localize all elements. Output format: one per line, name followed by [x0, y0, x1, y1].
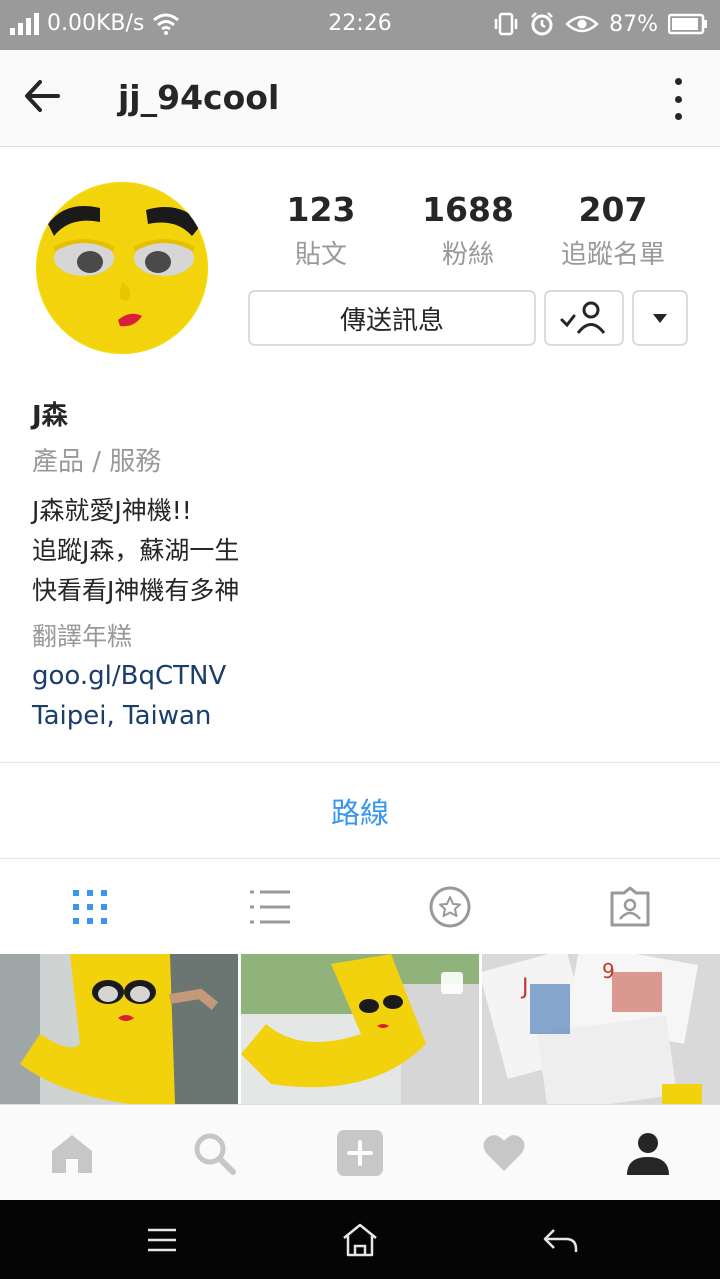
stat-posts-count: 123	[286, 190, 356, 229]
alarm-icon	[531, 12, 553, 36]
home-outline-icon	[343, 1223, 377, 1257]
tab-saved[interactable]	[428, 885, 472, 929]
suggestions-dropdown-button[interactable]	[632, 290, 688, 346]
profile-stats: 123 貼文 1688 粉絲 207 追蹤名單	[248, 190, 688, 280]
post-thumbnail[interactable]	[241, 954, 479, 1104]
bio-line: 快看看J神機有多神	[32, 576, 240, 605]
directions-button[interactable]: 路線	[0, 762, 720, 859]
tab-tagged[interactable]	[608, 885, 652, 929]
post-thumbnail[interactable]: J 9	[482, 954, 720, 1104]
status-right: 87%	[493, 11, 708, 37]
bottom-navigation	[0, 1104, 720, 1200]
stat-following[interactable]: 207 追蹤名單	[538, 190, 688, 271]
bio-line: 追蹤J森，蘇湖一生	[32, 536, 240, 565]
profile-tabs	[0, 859, 720, 954]
profile-username: jj_94cool	[118, 78, 280, 117]
translate-link[interactable]: 翻譯年糕	[32, 617, 682, 661]
back-button[interactable]	[22, 76, 72, 122]
bio-line: J森就愛J神機!!	[32, 496, 192, 525]
stat-followers[interactable]: 1688 粉絲	[393, 190, 543, 271]
nav-search[interactable]	[190, 1129, 238, 1177]
home-button[interactable]	[340, 1222, 380, 1258]
stat-posts-label: 貼文	[294, 240, 347, 270]
nav-add[interactable]	[336, 1129, 384, 1177]
post-image	[0, 954, 238, 1104]
more-options-button[interactable]	[666, 78, 690, 120]
stat-followers-count: 1688	[422, 190, 514, 229]
home-icon	[52, 1135, 92, 1173]
mascot-face-image	[36, 182, 208, 354]
website-link[interactable]: goo.gl/BqCTNV	[32, 661, 682, 701]
status-bar: 0.00KB/s 22:26 87%	[0, 0, 720, 50]
grid-icon	[73, 890, 107, 924]
svg-text:J: J	[520, 975, 529, 1000]
profile-name: J森	[32, 401, 68, 431]
eye-icon	[565, 15, 599, 33]
following-button[interactable]	[544, 290, 624, 346]
top-app-bar: jj_94cool	[0, 50, 720, 147]
search-icon	[194, 1133, 236, 1175]
tab-list[interactable]	[248, 885, 292, 929]
list-icon	[250, 890, 290, 924]
add-icon	[337, 1130, 383, 1176]
directions-label: 路線	[330, 795, 389, 830]
profile-bio: J森 產品 / 服務 J森就愛J神機!! 追蹤J森，蘇湖一生 快看看J神機有多神…	[32, 395, 682, 741]
more-vertical-icon	[674, 78, 682, 85]
menu-icon	[148, 1228, 176, 1252]
menu-button[interactable]	[142, 1222, 182, 1258]
caret-down-icon	[653, 314, 667, 323]
user-check-icon	[560, 301, 606, 334]
system-navigation-bar	[0, 1200, 720, 1279]
stat-following-count: 207	[578, 190, 648, 229]
location-link[interactable]: Taipei, Taiwan	[32, 701, 682, 741]
tagged-icon	[610, 886, 650, 927]
profile-category: 產品 / 服務	[32, 447, 162, 477]
stat-posts[interactable]: 123 貼文	[246, 190, 396, 271]
tab-grid[interactable]	[68, 885, 112, 929]
battery-icon	[668, 13, 707, 35]
arrow-left-icon	[25, 80, 60, 112]
vibrate-icon	[494, 12, 518, 36]
post-image	[241, 954, 479, 1104]
send-message-button[interactable]: 傳送訊息	[248, 290, 536, 346]
star-icon	[429, 886, 471, 928]
profile-icon	[627, 1133, 669, 1175]
nav-activity[interactable]	[480, 1129, 528, 1177]
back-arrow-icon	[543, 1229, 578, 1252]
posts-grid: J 9	[0, 954, 720, 1104]
nav-profile[interactable]	[624, 1129, 672, 1177]
avatar[interactable]	[36, 182, 208, 354]
battery-percent: 87%	[609, 11, 658, 37]
back-system-button[interactable]	[540, 1222, 580, 1258]
stat-followers-label: 粉絲	[441, 240, 494, 270]
post-image: J 9	[482, 954, 720, 1104]
stat-following-label: 追蹤名單	[560, 240, 665, 270]
heart-icon	[483, 1135, 525, 1171]
nav-home[interactable]	[48, 1129, 96, 1177]
post-thumbnail[interactable]	[0, 954, 238, 1104]
